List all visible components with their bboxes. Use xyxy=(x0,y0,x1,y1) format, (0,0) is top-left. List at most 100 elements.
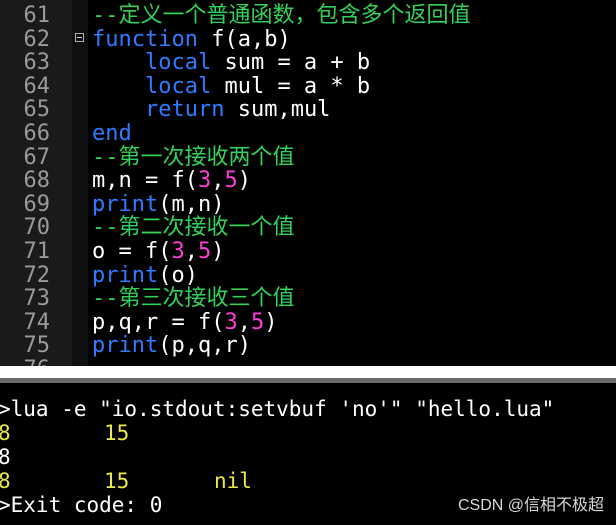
line-number: 74 xyxy=(23,309,51,335)
code-line[interactable]: 72 print(o) xyxy=(0,262,616,288)
code-text: local sum = a + b xyxy=(92,51,370,75)
output-text: 15 xyxy=(104,421,130,445)
code-token-text: (o) xyxy=(158,262,198,288)
code-token-comment: --第三次接收三个值 xyxy=(92,286,295,312)
code-token-keyword: print xyxy=(92,191,159,217)
code-line[interactable]: 62 function f(a,b) xyxy=(0,26,616,52)
line-number: 75 xyxy=(23,333,51,359)
code-text: end xyxy=(92,122,132,146)
code-text: --第二次接收一个值 xyxy=(92,216,295,240)
code-text: return sum,mul xyxy=(92,98,330,122)
line-number: 69 xyxy=(23,191,51,217)
output-text: 8 xyxy=(0,421,11,445)
code-text: function f(a,b) xyxy=(92,26,291,52)
watermark: CSDN @信相不极超 xyxy=(457,497,604,514)
code-token-keyword: print xyxy=(92,262,159,288)
output-text: >Exit code: 0 xyxy=(0,493,163,517)
code-token-text: , xyxy=(184,239,198,264)
code-token-number: 3 xyxy=(171,239,185,264)
code-token-text: sum = a + b xyxy=(211,50,371,76)
code-line[interactable]: 64 local mul = a * b xyxy=(0,73,616,99)
code-token-comment: --定义一个普通函数，包含多个返回值 xyxy=(92,3,471,28)
output-line: 8 15 xyxy=(0,421,616,445)
code-token-keyword: return xyxy=(144,97,225,123)
code-token-text: sum,mul xyxy=(224,97,331,123)
line-number: 67 xyxy=(23,144,51,170)
code-token-number: 3 xyxy=(224,309,238,335)
code-line[interactable]: 71 o = f(3,5) xyxy=(0,240,616,264)
output-text: 15 xyxy=(104,469,130,493)
code-text: o = f(3,5) xyxy=(92,240,224,264)
output-line: >lua -e "io.stdout:setvbuf 'no'" "hello.… xyxy=(0,397,616,421)
code-line[interactable]: 61 --定义一个普通函数，包含多个返回值 xyxy=(0,4,616,28)
line-number: 66 xyxy=(23,121,51,146)
line-number: 65 xyxy=(23,97,51,123)
line-number: 63 xyxy=(23,50,51,76)
code-token-keyword: print xyxy=(92,333,159,359)
fold-toggle-icon[interactable] xyxy=(75,32,84,42)
code-token-keyword: local xyxy=(144,73,212,99)
code-token-text: (m,n) xyxy=(158,191,225,217)
output-text: >lua -e "io.stdout:setvbuf 'no'" "hello.… xyxy=(0,397,555,421)
code-line[interactable]: 68 m,n = f(3,5) xyxy=(0,169,616,193)
code-token-number: 3 xyxy=(197,168,212,194)
code-text: print(m,n) xyxy=(92,191,225,217)
code-token-keyword: end xyxy=(92,121,132,146)
code-line[interactable]: 67 --第一次接收两个值 xyxy=(0,144,616,170)
code-text: p,q,r = f(3,5) xyxy=(92,309,278,335)
code-line[interactable]: 73 --第三次接收三个值 xyxy=(0,287,616,311)
output-line: 8 xyxy=(0,445,616,469)
code-line[interactable]: 74 p,q,r = f(3,5) xyxy=(0,309,616,335)
code-text: print(o) xyxy=(92,262,198,288)
code-text: print(p,q,r) xyxy=(92,334,251,358)
line-number: 61 xyxy=(23,3,51,28)
output-text: nil xyxy=(214,469,252,493)
output-text: 8 xyxy=(0,469,11,493)
code-token-comment: --第二次接收一个值 xyxy=(92,215,295,241)
line-number: 72 xyxy=(23,262,51,288)
code-token-comment: --第一次接收两个值 xyxy=(92,144,295,170)
code-line[interactable]: 66 end xyxy=(0,122,616,146)
line-number: 64 xyxy=(23,73,51,99)
code-token-text: ) xyxy=(211,239,225,264)
code-editor[interactable]: 61 --定义一个普通函数，包含多个返回值 62 function f(a,b) 63 … xyxy=(0,0,616,366)
code-text: --第三次接收三个值 xyxy=(92,287,295,311)
code-token-text: p,q,r = f( xyxy=(92,309,225,335)
line-number: 73 xyxy=(23,286,51,312)
code-line[interactable]: 69 print(m,n) xyxy=(0,191,616,217)
code-token-keyword: local xyxy=(144,50,212,76)
code-token-text: (p,q,r) xyxy=(158,333,251,359)
code-line[interactable]: 76 xyxy=(0,358,616,366)
code-token-text: ) xyxy=(237,168,251,194)
code-text: m,n = f(3,5) xyxy=(92,169,251,193)
pane-divider[interactable] xyxy=(0,366,616,378)
line-number: 70 xyxy=(23,215,51,241)
code-token-text: ) xyxy=(264,309,278,335)
code-line[interactable]: 65 return sum,mul xyxy=(0,98,616,122)
code-token-text: , xyxy=(211,168,225,194)
code-token-keyword: function xyxy=(92,26,198,52)
code-text: local mul = a * b xyxy=(92,73,371,99)
code-line[interactable]: 63 local sum = a + b xyxy=(0,51,616,75)
line-number: 76 xyxy=(0,358,51,366)
code-token-text: mul = a * b xyxy=(211,73,371,99)
line-number: 68 xyxy=(23,168,51,194)
code-text: --第一次接收两个值 xyxy=(92,144,295,170)
code-token-number: 5 xyxy=(250,309,265,335)
line-number: 71 xyxy=(23,239,51,264)
output-text: 8 xyxy=(0,445,11,469)
code-line[interactable]: 75 print(p,q,r) xyxy=(0,334,616,358)
code-text: --定义一个普通函数，包含多个返回值 xyxy=(92,4,471,28)
code-token-number: 5 xyxy=(197,239,212,264)
code-token-text: , xyxy=(237,309,251,335)
output-line: 8 15 nil xyxy=(0,469,616,493)
code-token-number: 5 xyxy=(224,168,238,194)
code-line[interactable]: 70 --第二次接收一个值 xyxy=(0,216,616,240)
code-token-text: f(a,b) xyxy=(197,26,291,52)
line-number: 62 xyxy=(23,26,51,52)
code-token-text: m,n = f( xyxy=(92,168,198,194)
code-token-text: o = f( xyxy=(92,239,172,264)
